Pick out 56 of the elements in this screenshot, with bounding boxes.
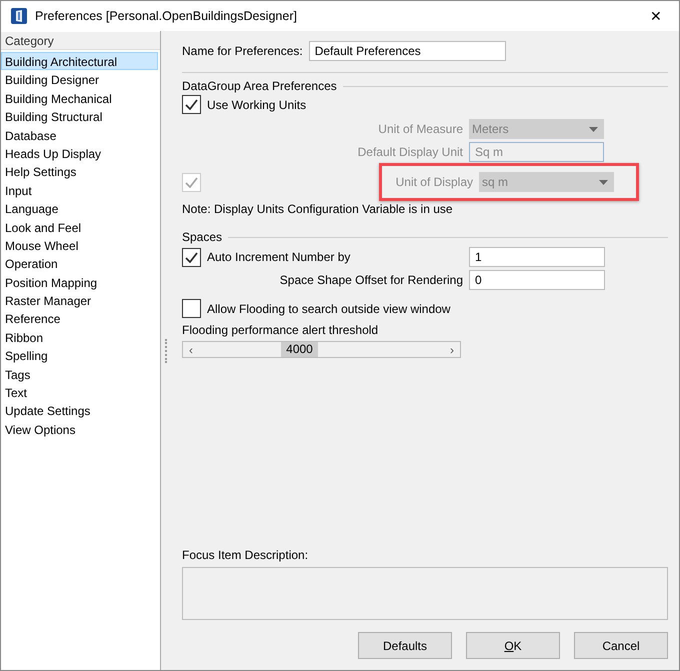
column-header: Category — [1, 32, 160, 50]
check-icon — [185, 176, 198, 188]
category-item[interactable]: Building Mechanical — [1, 88, 158, 108]
category-item[interactable]: Help Settings — [1, 162, 158, 181]
category-item[interactable]: Tags — [1, 364, 158, 384]
threshold-scrollbar[interactable]: ‹ 4000 › — [182, 341, 461, 358]
category-item[interactable]: Database — [1, 126, 158, 144]
check-icon — [185, 252, 198, 262]
scroll-left-button[interactable]: ‹ — [189, 342, 193, 356]
checkbox-label: Auto Increment Number by — [207, 250, 352, 264]
caret-icon — [589, 126, 598, 132]
scroll-thumb[interactable]: 4000 — [281, 342, 318, 357]
category-item[interactable]: Heads Up Display — [1, 144, 158, 162]
increment-field[interactable]: 1 — [469, 247, 605, 267]
category-item[interactable]: Building Architectural — [1, 52, 158, 70]
field-label: Flooding performance alert threshold — [182, 323, 380, 337]
field-label: Unit of Measure — [378, 122, 463, 136]
checkbox-label: Allow Flooding to search outside view window — [207, 302, 450, 316]
category-item[interactable]: Building Designer — [1, 70, 158, 89]
category-item[interactable]: View Options — [1, 420, 158, 438]
field-label: Space Shape Offset for Rendering — [280, 273, 463, 287]
category-item[interactable]: Look and Feel — [1, 218, 158, 236]
offset-field[interactable]: 0 — [469, 270, 605, 290]
category-item[interactable]: Building Structural — [1, 107, 158, 126]
check-icon — [185, 99, 198, 110]
caret-icon — [599, 180, 608, 184]
category-item[interactable]: Mouse Wheel — [1, 236, 158, 254]
category-item[interactable]: Spelling — [1, 346, 158, 365]
checkbox[interactable] — [182, 299, 201, 318]
dialog-button[interactable]: Defaults — [358, 632, 452, 659]
checkbox[interactable] — [182, 95, 201, 114]
field-label: Name for Preferences: — [182, 44, 303, 58]
window-title: Preferences [Personal.OpenBuildingsDesigner] — [35, 9, 298, 23]
close-button[interactable]: ✕ — [633, 8, 679, 24]
app-icon — [11, 8, 27, 24]
section-title: Spaces — [182, 230, 222, 244]
category-item[interactable]: Ribbon — [1, 328, 158, 346]
section-title: DataGroup Area Preferences — [182, 79, 337, 93]
category-item[interactable]: Language — [1, 199, 158, 218]
category-item[interactable]: Raster Manager — [1, 291, 158, 310]
field-label: Default Display Unit — [358, 145, 463, 159]
category-item[interactable]: Input — [1, 180, 158, 200]
dialog-button[interactable]: OK — [466, 632, 560, 659]
category-item[interactable]: Reference — [1, 309, 158, 328]
checkbox[interactable] — [182, 248, 201, 266]
name-field[interactable]: Default Preferences — [308, 41, 506, 61]
category-item[interactable]: Update Settings — [1, 401, 158, 420]
field-label: Unit of Display — [396, 175, 473, 189]
category-item[interactable]: Text — [1, 383, 158, 402]
dialog-button[interactable]: Cancel — [574, 632, 668, 659]
category-item[interactable]: Position Mapping — [1, 272, 158, 292]
field-label: Focus Item Description: — [182, 548, 310, 562]
scroll-right-button[interactable]: › — [450, 342, 454, 356]
checkbox-label: Use Working Units — [207, 98, 306, 112]
category-item[interactable]: Operation — [1, 254, 158, 273]
note-text: Note: Display Units Configuration Variable is in use — [182, 202, 454, 216]
